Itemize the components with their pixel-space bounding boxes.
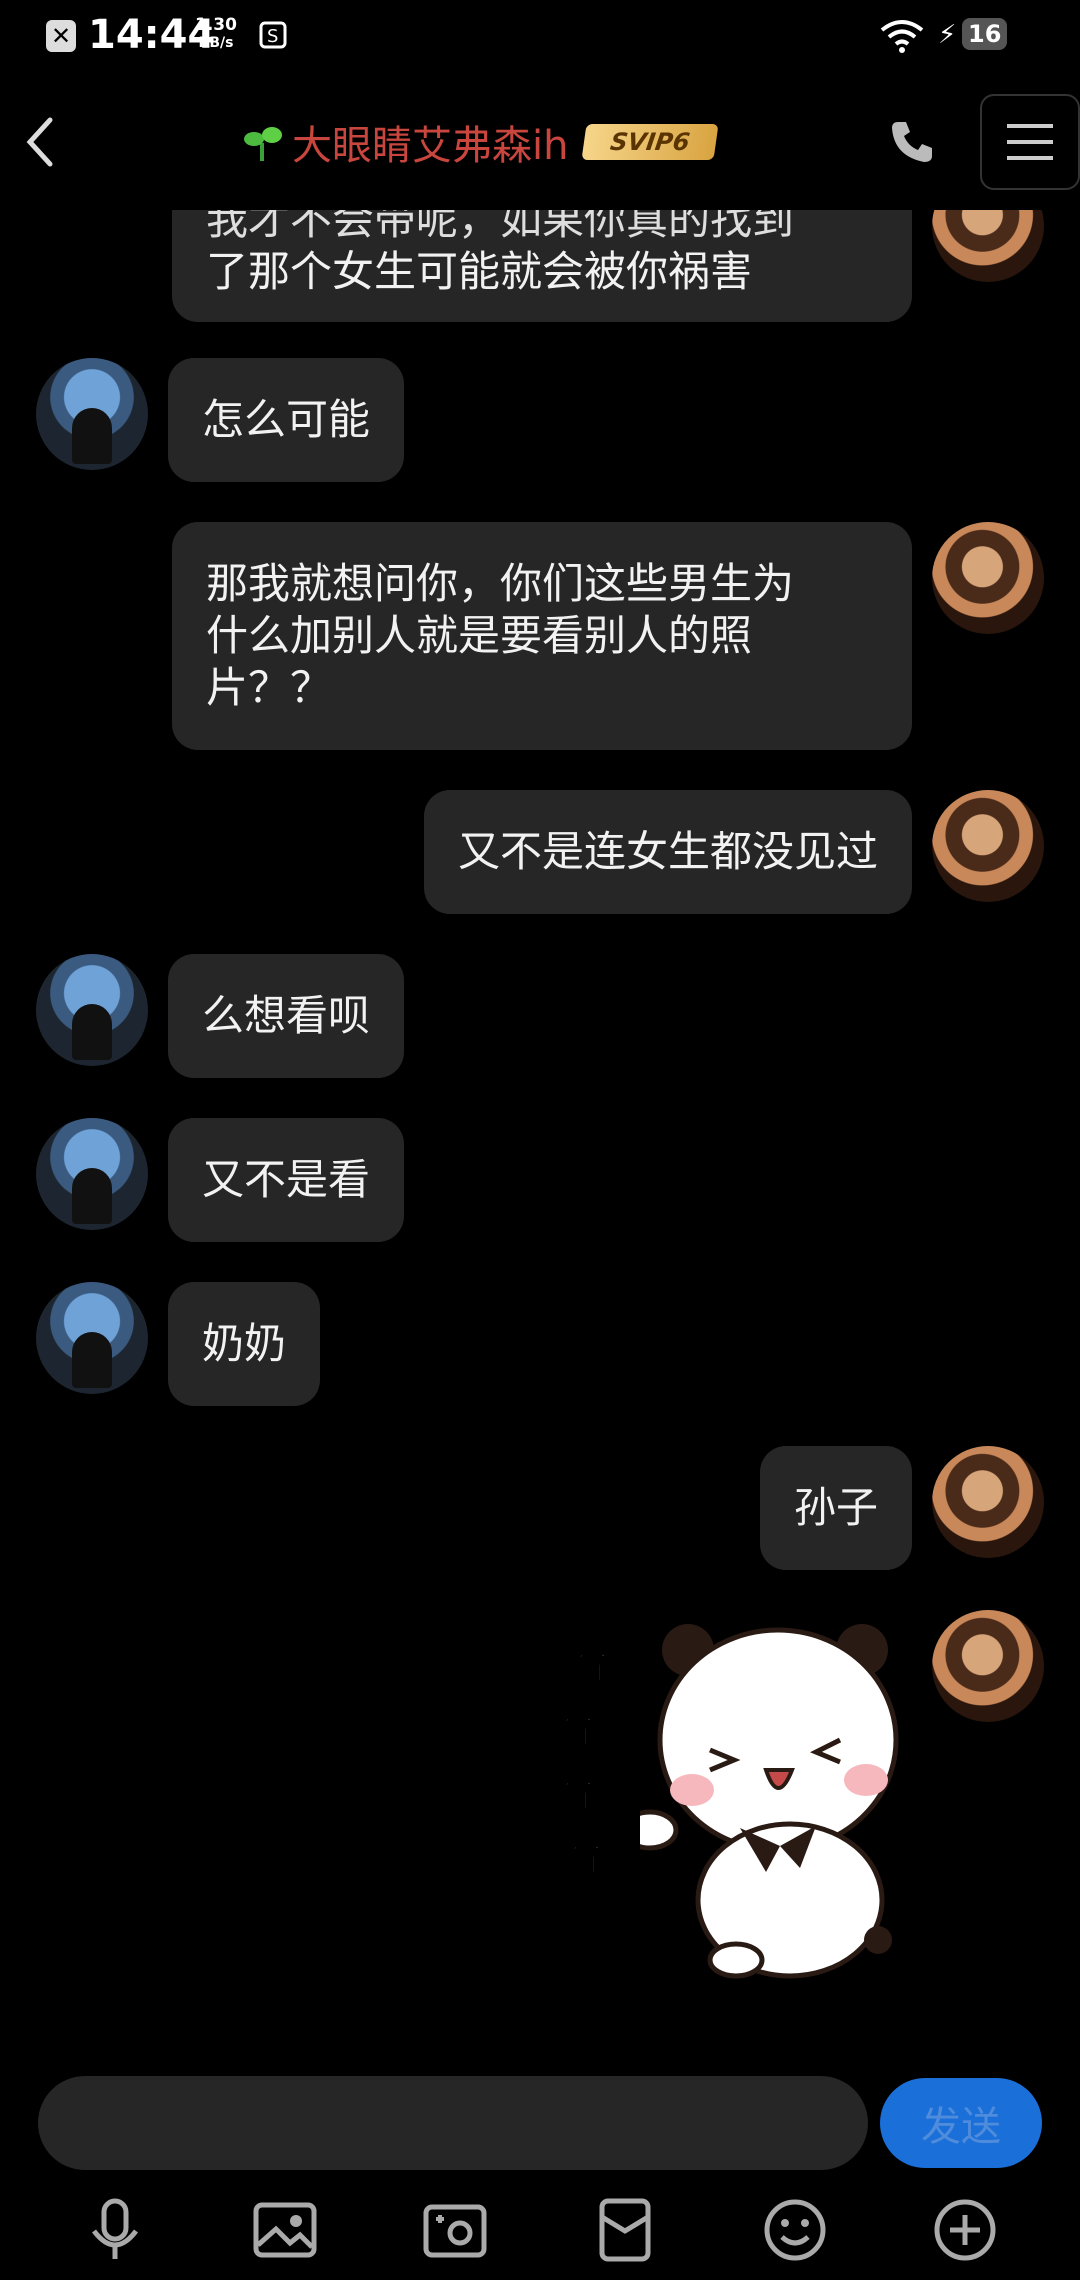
sticker-text: 哈	[547, 1762, 595, 1818]
message-bubble-peer[interactable]: 怎么可能	[168, 358, 405, 482]
self-avatar[interactable]	[932, 790, 1044, 902]
menu-icon	[1007, 124, 1053, 160]
composer-toolbar	[0, 2180, 1080, 2280]
chat-title: 大眼睛艾弗森ih	[292, 123, 569, 169]
sticker-text: 哈	[555, 1826, 603, 1882]
plus-icon[interactable]	[930, 2195, 1000, 2265]
self-avatar[interactable]	[932, 1610, 1044, 1722]
red-packet-icon[interactable]	[590, 2195, 660, 2265]
svip-badge: SVIP6	[581, 124, 719, 160]
emoji-icon[interactable]	[760, 2195, 830, 2265]
image-icon[interactable]	[250, 2195, 320, 2265]
message-text: 了那个女生可能就会被你祸害	[206, 247, 753, 296]
phone-icon[interactable]	[888, 116, 938, 166]
message-bubble-peer[interactable]: 么想看呗	[168, 954, 405, 1078]
message-text-line: 那我就想问你，你们这些男生为	[206, 559, 795, 608]
charging-icon: ⚡	[938, 20, 957, 50]
message-bubble-peer[interactable]: 又不是看	[168, 1118, 405, 1242]
message-text: 又不是连女生都没见过	[457, 827, 878, 876]
composer: 发送	[0, 2070, 1080, 2170]
battery-icon: 16	[962, 18, 1008, 50]
self-avatar[interactable]	[932, 210, 1044, 282]
message-text-line: 片？？	[206, 663, 333, 712]
send-button[interactable]: 发送	[880, 2078, 1042, 2168]
message-input[interactable]	[38, 2076, 868, 2170]
net-speed-value: 1.30	[195, 15, 237, 35]
status-bar: ✕ 14:44 1.30 KB/s S ⚡ 16	[0, 0, 1080, 72]
message-bubble-self[interactable]: 又不是连女生都没见过	[423, 790, 912, 914]
message-text-line: 什么加别人就是要看别人的照	[206, 611, 753, 660]
message-text: 又不是看	[202, 1155, 371, 1204]
sticker-text: 哈	[561, 1634, 609, 1690]
camera-icon[interactable]	[420, 2195, 490, 2265]
message-bubble-self[interactable]: 那我就想问你，你们这些男生为 什么加别人就是要看别人的照 片？？	[172, 522, 912, 750]
wifi-icon	[880, 20, 924, 53]
message-text: 奶奶	[202, 1319, 287, 1368]
menu-button[interactable]	[980, 94, 1080, 190]
microphone-icon[interactable]	[80, 2195, 150, 2265]
back-icon[interactable]	[16, 112, 66, 172]
message-text: 孙子	[793, 1483, 878, 1532]
message-bubble-self[interactable]: 我才不会带呢，如果你真的找到 了那个女生可能就会被你祸害	[172, 210, 912, 322]
peer-avatar[interactable]	[36, 358, 148, 470]
sprout-icon	[244, 127, 282, 161]
peer-avatar[interactable]	[36, 1282, 148, 1394]
screenshot-icon: S	[259, 21, 287, 49]
message-list[interactable]: 我才不会带呢，如果你真的找到 了那个女生可能就会被你祸害 怎么可能 那我就想问你…	[0, 210, 1080, 2070]
sticker-text: 哈	[547, 1698, 595, 1754]
net-speed-unit: KB/s	[198, 35, 234, 51]
panda-icon	[640, 1624, 899, 1979]
svg-text:S: S	[267, 26, 278, 47]
net-speed: 1.30 KB/s	[195, 16, 237, 52]
self-avatar[interactable]	[932, 522, 1044, 634]
message-text: 么想看呗	[202, 991, 371, 1040]
message-bubble-peer[interactable]: 奶奶	[168, 1282, 321, 1406]
chat-title-area[interactable]: 大眼睛艾弗森ih SVIP6	[242, 114, 719, 170]
chat-header: 大眼睛艾弗森ih SVIP6	[0, 72, 1080, 210]
close-notification-icon: ✕	[46, 20, 76, 52]
message-text: 我才不会带呢，如果你真的找到	[206, 210, 795, 244]
panda-laughing-sticker[interactable]: 哈 哈 哈 哈	[547, 1610, 908, 1990]
peer-avatar[interactable]	[36, 954, 148, 1066]
self-avatar[interactable]	[932, 1446, 1044, 1558]
message-text: 怎么可能	[202, 395, 371, 444]
message-bubble-self[interactable]: 孙子	[759, 1446, 912, 1570]
peer-avatar[interactable]	[36, 1118, 148, 1230]
